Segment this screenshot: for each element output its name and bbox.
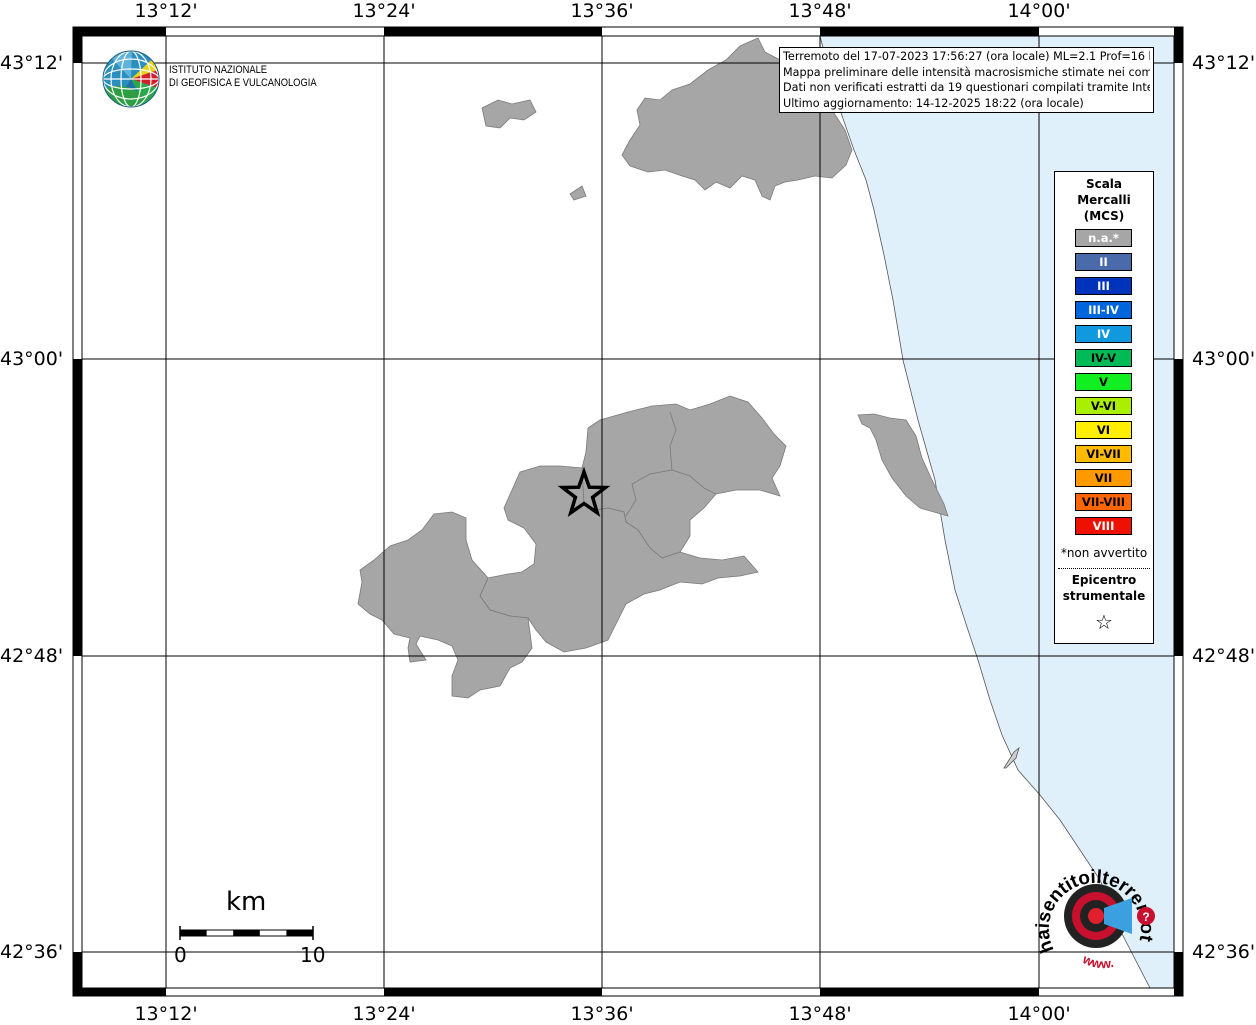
legend-swatch: II [1075,253,1132,271]
legend-swatch: VII [1075,469,1132,487]
legend-epicenter-line1: Epicentro [1071,573,1137,587]
scale-bar-min-label: 0 [174,943,187,967]
lat-label-left-4: 42°36' [0,941,64,963]
ingv-name-line2: DI GEOFISICA E VULCANOLOGIA [169,77,317,89]
legend-separator [1058,568,1150,569]
scale-bar [179,926,314,940]
legend-title-line3: (MCS) [1083,209,1125,223]
lon-label-bottom-1: 13°12' [134,1003,198,1025]
ingv-globe-logo [102,50,160,108]
lat-label-right-1: 43°12' [1192,52,1256,74]
lon-label-top-5: 14°00' [1007,0,1071,22]
legend-swatch: VI [1075,421,1132,439]
event-info-line4: Ultimo aggiornamento: 14-12-2025 18:22 (… [783,96,1084,110]
legend-epicenter-line2: strumentale [1062,589,1146,603]
event-info-line3: Dati non verificati estratti da 19 quest… [783,81,1150,94]
event-info-box: Terremoto del 17-07-2023 17:56:27 (ora l… [779,47,1154,113]
lat-label-right-3: 42°48' [1192,645,1256,667]
lon-label-top-3: 13°36' [570,0,634,22]
scale-bar-max-label: 10 [300,943,326,967]
svg-text:www.: www. [1080,951,1115,972]
islet-2 [569,185,587,201]
legend-swatch: IV-V [1075,349,1132,367]
legend-title-line2: Mercalli [1077,193,1131,207]
legend-star-icon: ☆ [1095,610,1113,634]
legend-epicenter-label: Epicentro strumentale [1055,572,1153,604]
lat-label-left-1: 43°12' [0,52,64,74]
legend-swatch: III-IV [1075,301,1132,319]
legend-swatch: V [1075,373,1132,391]
legend-swatch: VII-VIII [1075,493,1132,511]
mcs-legend: Scala Mercalli (MCS) n.a.* II III III-IV IV I… [1054,171,1154,644]
legend-not-felt-note: *non avvertito [1060,546,1148,560]
lat-label-right-4: 42°36' [1192,941,1256,963]
legend-swatch: n.a.* [1075,229,1132,247]
lat-label-right-2: 43°00' [1192,348,1256,370]
legend-swatch: III [1075,277,1132,295]
ingv-name-line1: ISTITUTO NAZIONALE [169,64,268,76]
legend-swatch: V-VI [1075,397,1132,415]
islet-1 [481,99,537,129]
hai-sentito-logo: haisentitoilterremoto.it www. ? [1030,858,1157,972]
event-info-line1: Terremoto del 17-07-2023 17:56:27 (ora l… [783,50,1150,63]
question-mark-icon: ? [1142,910,1149,924]
legend-swatch: VI-VII [1075,445,1132,463]
lon-label-bottom-5: 14°00' [1007,1003,1071,1025]
lon-label-top-2: 13°24' [352,0,416,22]
legend-swatch: IV [1075,325,1132,343]
ingv-name: ISTITUTO NAZIONALE DI GEOFISICA E VULCAN… [169,64,317,90]
lat-label-left-3: 42°48' [0,645,64,667]
legend-title: Scala Mercalli (MCS) [1055,176,1153,224]
lat-label-left-2: 43°00' [0,348,64,370]
lon-label-top-1: 13°12' [134,0,198,22]
legend-swatch: VIII [1075,517,1132,535]
lon-label-bottom-4: 13°48' [788,1003,852,1025]
event-info-line2: Mappa preliminare delle intensità macros… [783,65,1150,79]
hai-sentito-logo-url: www. [1080,951,1115,972]
lon-label-bottom-3: 13°36' [570,1003,634,1025]
lon-label-top-4: 13°48' [788,0,852,22]
lon-label-bottom-2: 13°24' [352,1003,416,1025]
legend-title-line1: Scala [1085,177,1123,191]
scale-bar-unit: km [226,887,267,917]
